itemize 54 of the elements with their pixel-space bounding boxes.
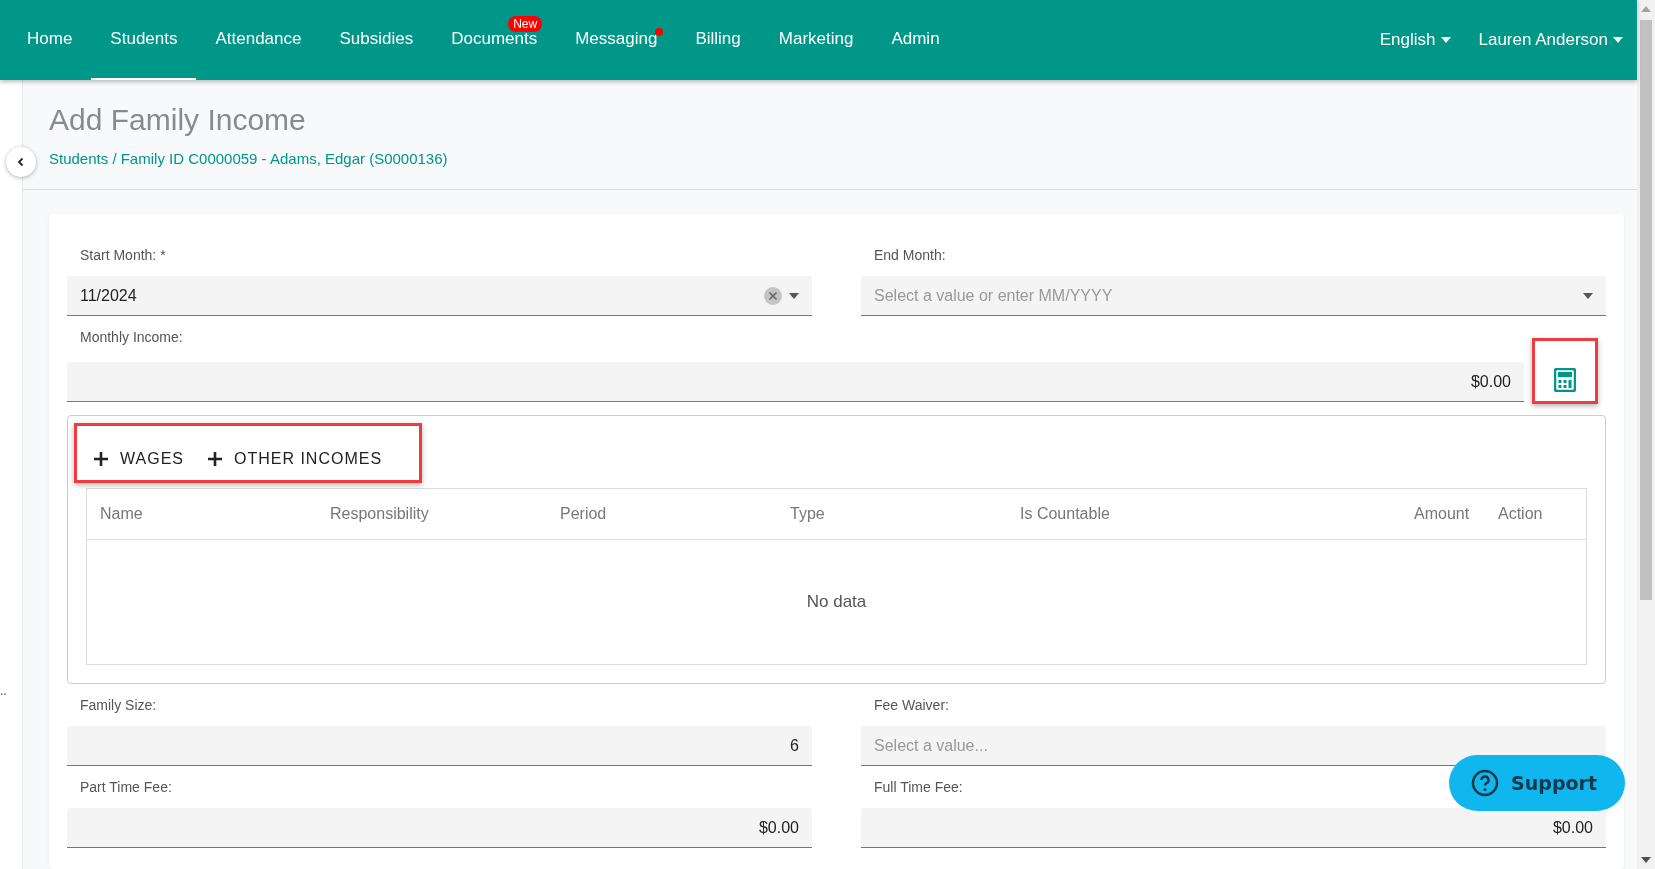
caret-icon bbox=[1583, 292, 1593, 299]
nav-tab[interactable]: Attendance bbox=[196, 0, 321, 80]
caret-icon bbox=[1440, 37, 1451, 43]
clear-icon[interactable] bbox=[763, 285, 783, 306]
nav-tab[interactable]: Subsidies bbox=[320, 0, 433, 80]
add-income-button[interactable]: OTHER INCOMES bbox=[207, 446, 383, 472]
help-icon bbox=[1471, 769, 1500, 797]
collapse-button[interactable] bbox=[6, 147, 36, 177]
scrollbar[interactable] bbox=[1637, 0, 1655, 869]
field-label: End Month: bbox=[873, 246, 946, 265]
part-time-fee-field[interactable]: $0.00 bbox=[67, 808, 812, 848]
fee-waiver-field[interactable]: Select a value... bbox=[861, 726, 1606, 766]
field-label: Fee Waiver: bbox=[873, 696, 949, 715]
chevron-left-icon bbox=[16, 157, 26, 167]
user-menu[interactable]: Lauren Anderson bbox=[1464, 0, 1637, 80]
monthly-income-field[interactable]: $0.00 bbox=[67, 362, 1524, 402]
page-title: Add Family Income bbox=[49, 102, 307, 138]
field-label: Full Time Fee: bbox=[873, 778, 963, 797]
empty-message: No data bbox=[806, 592, 867, 612]
caret-icon bbox=[1613, 37, 1623, 43]
language-dropdown[interactable]: English bbox=[1365, 0, 1465, 80]
field-label: Part Time Fee: bbox=[79, 778, 172, 797]
field-label: Start Month: * bbox=[79, 246, 166, 265]
field-label: Monthly Income: bbox=[79, 328, 183, 347]
end-month-field[interactable]: Select a value or enter MM/YYYY bbox=[861, 276, 1606, 316]
field-label: Family Size: bbox=[79, 696, 157, 715]
column-header: Action bbox=[1498, 505, 1544, 523]
column-header: Period bbox=[560, 505, 608, 523]
full-time-fee-field[interactable]: $0.00 bbox=[861, 808, 1606, 848]
breadcrumb-link[interactable]: Students / Family ID C0000059 - Adams, Edgar (S0000136) bbox=[49, 150, 1613, 167]
nav-tab[interactable]: Documents New bbox=[432, 0, 557, 80]
add-income-button[interactable]: WAGES bbox=[94, 446, 184, 472]
scroll-down-icon[interactable] bbox=[1641, 857, 1651, 863]
nav-tab[interactable]: Messaging bbox=[556, 0, 677, 80]
nav-tab[interactable]: Students bbox=[91, 0, 197, 80]
start-month-field[interactable]: 11/2024 bbox=[67, 276, 812, 316]
new-badge: New bbox=[508, 16, 543, 32]
plus-icon bbox=[94, 452, 108, 466]
plus-icon bbox=[207, 452, 222, 466]
nav-tab[interactable]: Admin bbox=[872, 0, 959, 80]
column-header: Responsibility bbox=[330, 505, 430, 523]
nav-tab[interactable]: Marketing bbox=[759, 0, 873, 80]
sidebar-more: .. bbox=[0, 684, 7, 698]
column-header: Type bbox=[790, 505, 826, 523]
nav-tab[interactable]: Billing bbox=[676, 0, 760, 80]
nav-tab[interactable]: Home bbox=[8, 0, 92, 80]
column-header: Is Countable bbox=[1020, 505, 1111, 523]
calculator-icon bbox=[1554, 368, 1576, 392]
column-header: Amount bbox=[1414, 505, 1471, 523]
caret-icon bbox=[789, 292, 799, 299]
support-button[interactable]: Support bbox=[1449, 755, 1625, 811]
family-size-field[interactable]: 6 bbox=[67, 726, 812, 766]
column-header: Name bbox=[100, 505, 144, 523]
highlight-frame bbox=[1532, 338, 1598, 404]
